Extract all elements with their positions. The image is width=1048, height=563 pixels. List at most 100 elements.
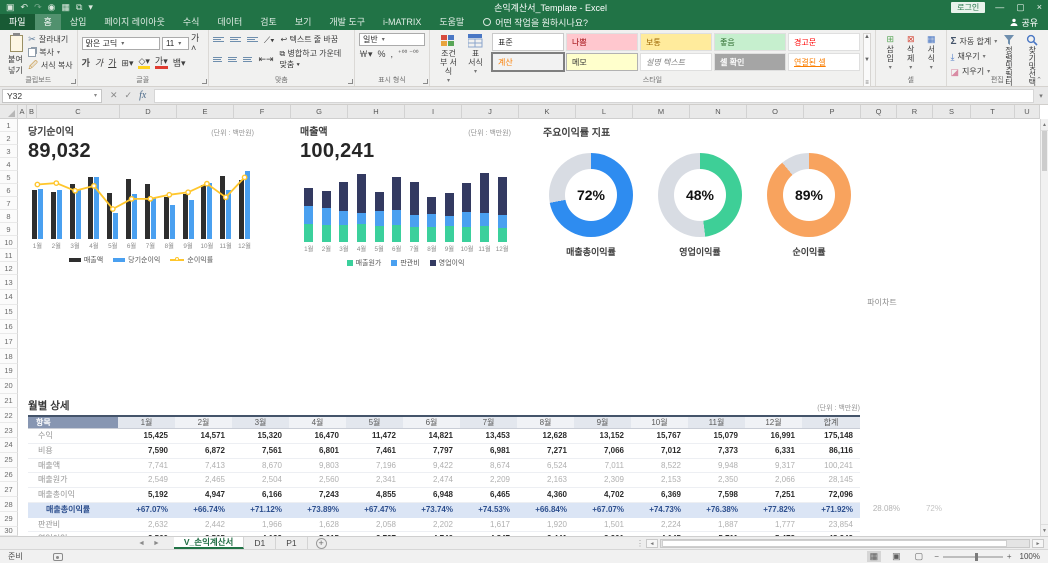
cell-value[interactable]: 7,413 [175,459,232,474]
sheet-tab-P1[interactable]: P1 [276,537,307,549]
cell-value[interactable]: 1,887 [688,518,745,533]
cell-value[interactable]: 14,571 [175,429,232,444]
cell-value[interactable]: 2,153 [631,473,688,488]
normal-view-button[interactable]: ▦ [867,551,882,562]
row-header-22[interactable]: 22 [0,408,18,423]
cell-value[interactable]: 6,872 [175,444,232,459]
cell-value[interactable]: 15,767 [631,429,688,444]
row-header-23[interactable]: 23 [0,423,18,438]
sheet-prev-icon[interactable]: ◄ [138,540,145,547]
minimize-button[interactable]: — [995,2,1004,13]
row-header-20[interactable]: 20 [0,379,18,394]
row-header-11[interactable]: 11 [0,249,18,262]
cell-value[interactable]: 6,331 [745,444,802,459]
ribbon-tab-도움말[interactable]: 도움말 [430,14,473,30]
close-button[interactable]: × [1037,2,1042,13]
sheet-tab-D1[interactable]: D1 [244,537,276,549]
font-size-select[interactable]: 11▾ [162,37,189,50]
insert-function-icon[interactable]: fx [139,90,146,101]
row-header-5[interactable]: 5 [0,171,18,184]
cell-style-셀 확인[interactable]: 셀 확인 [714,53,786,71]
cell-value[interactable]: 2,442 [175,518,232,533]
column-header-F[interactable]: F [234,105,291,119]
formula-bar-expand-icon[interactable]: ▾ [1034,92,1048,100]
row-header-18[interactable]: 18 [0,349,18,364]
cell-value[interactable]: 7,012 [631,444,688,459]
cell-value[interactable]: 8,670 [232,459,289,474]
column-header-B[interactable]: B [27,105,37,119]
delete-cells-button[interactable]: ⊠ 삭제▾ [900,33,921,74]
cell-value[interactable]: +74.73% [631,503,688,518]
cell-value[interactable]: 23,854 [802,518,860,533]
cell-value[interactable]: 16,991 [745,429,802,444]
merge-center-button[interactable]: ⧉ 병합하고 가운데 맞춤 ▾ [280,48,350,70]
cell-value[interactable]: 7,561 [232,444,289,459]
cell-value[interactable]: 4,855 [346,488,403,503]
percent-button[interactable]: % [378,49,386,59]
page-layout-view-button[interactable]: ▣ [889,551,904,562]
decimal-buttons[interactable]: ⁺⁰⁰ ⁻⁰⁰ [398,49,419,59]
row-header-24[interactable]: 24 [0,438,18,453]
save-icon[interactable]: ▣ [6,3,15,12]
cell-value[interactable]: +73.74% [403,503,460,518]
cell-value[interactable]: 2,560 [289,473,346,488]
grow-font-icon[interactable]: 가˄ [191,33,204,53]
vertical-scroll-thumb[interactable] [1042,131,1047,171]
copy-button[interactable]: 복사 ▾ [28,46,72,59]
cell-value[interactable]: 6,981 [460,444,517,459]
share-button[interactable]: 공유 [1010,16,1038,29]
row-header-27[interactable]: 27 [0,482,18,497]
cell-value[interactable]: 15,079 [688,429,745,444]
fill-color-button[interactable]: ◇▾ [138,56,149,69]
scroll-up-icon[interactable]: ▲ [1041,119,1048,131]
cell-value[interactable]: 86,116 [802,444,860,459]
currency-button[interactable]: ￦▾ [359,49,373,59]
name-box[interactable]: Y32▾ [2,89,102,103]
column-header-K[interactable]: K [519,105,576,119]
cell-value[interactable]: 7,797 [403,444,460,459]
column-header-J[interactable]: J [462,105,519,119]
cell-style-표준[interactable]: 표준 [492,33,564,51]
cell-value[interactable]: +74.53% [460,503,517,518]
table-header-11월[interactable]: 11월 [688,417,745,429]
cell-value[interactable]: 100,241 [802,459,860,474]
column-header-A[interactable]: A [18,105,27,119]
align-center-icon[interactable] [228,57,237,62]
cell-value[interactable]: 1,920 [517,518,574,533]
cell-value[interactable]: +67.47% [346,503,403,518]
cell-style-나쁨[interactable]: 나쁨 [566,33,638,51]
row-label[interactable]: 판관비 [28,518,118,533]
macro-record-icon[interactable] [53,553,63,561]
restore-button[interactable]: ▢ [1016,2,1025,13]
column-header-H[interactable]: H [348,105,405,119]
cell-value[interactable]: 2,474 [403,473,460,488]
table-header-3월[interactable]: 3월 [232,417,289,429]
cell-value[interactable]: 7,598 [688,488,745,503]
login-button[interactable]: 로그인 [951,2,985,13]
cell-value[interactable]: 2,209 [460,473,517,488]
row-header-6[interactable]: 6 [0,184,18,197]
tell-me-box[interactable]: 어떤 작업을 원하시나요? [483,16,588,29]
cell-value[interactable]: 4,360 [517,488,574,503]
row-label[interactable]: 매출총이익률 [28,503,118,518]
cell-value[interactable]: 12,628 [517,429,574,444]
horizontal-scrollbar[interactable] [660,539,1030,548]
phonetic-button[interactable]: 뱀▾ [173,58,186,68]
cell-value[interactable]: 2,202 [403,518,460,533]
cell-value[interactable]: 13,453 [460,429,517,444]
cell-value[interactable]: 6,465 [460,488,517,503]
clipboard-dialog-launcher[interactable] [71,79,76,84]
row-header-19[interactable]: 19 [0,364,18,379]
collapse-ribbon-icon[interactable]: ⌃ [1036,76,1042,84]
cell-value[interactable]: 9,317 [745,459,802,474]
table-header-8월[interactable]: 8월 [517,417,574,429]
add-table-icon[interactable]: ▦ [61,3,70,12]
cell-value[interactable]: 1,966 [232,518,289,533]
underline-button[interactable]: 가 [108,58,116,68]
horizontal-scroll-thumb[interactable] [662,540,1007,547]
page-break-view-button[interactable]: ▢ [912,551,927,562]
row-header-28[interactable]: 28 [0,497,18,512]
paste-button[interactable]: 붙여넣기 [4,33,28,78]
cell-value[interactable]: 7,373 [688,444,745,459]
cell-value[interactable]: 1,777 [745,518,802,533]
